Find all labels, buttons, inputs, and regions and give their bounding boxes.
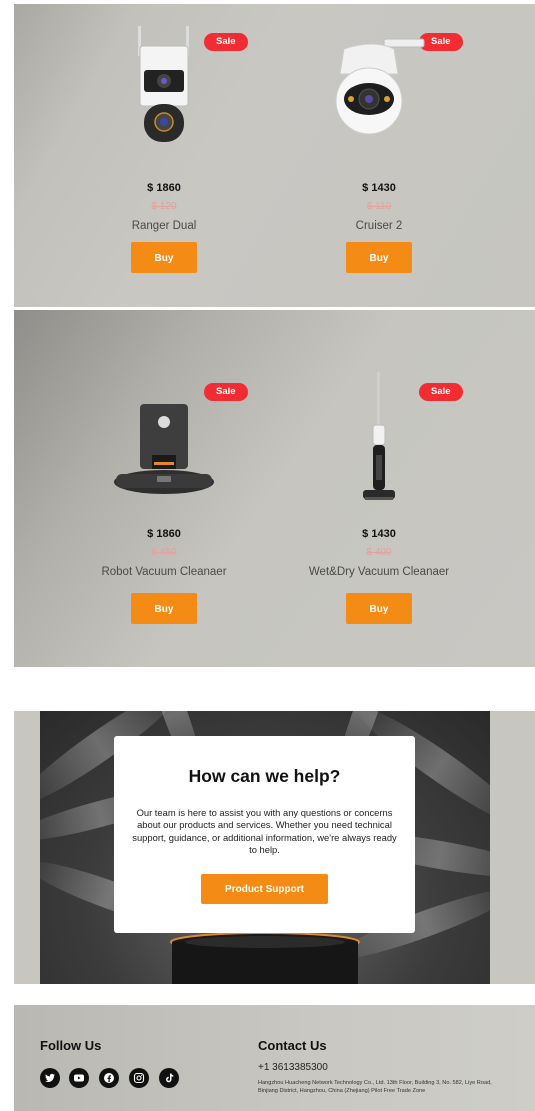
contact-us-title: Contact Us bbox=[258, 1038, 327, 1053]
footer: Follow Us Contact Us +1 3613385300 Hangz… bbox=[14, 1005, 535, 1111]
sale-badge: Sale bbox=[419, 383, 463, 401]
help-card: How can we help? Our team is here to ass… bbox=[114, 736, 415, 933]
product-support-button[interactable]: Product Support bbox=[201, 874, 328, 904]
product-card: Sale $ 1860 $ 450 Robot Vacuum Cleanaer … bbox=[44, 382, 284, 667]
buy-button[interactable]: Buy bbox=[346, 593, 412, 624]
stick-vacuum-image[interactable] bbox=[359, 370, 399, 510]
youtube-icon[interactable] bbox=[69, 1068, 89, 1088]
buy-button[interactable]: Buy bbox=[131, 242, 197, 273]
tiktok-icon[interactable] bbox=[159, 1068, 179, 1088]
dome-camera-image[interactable] bbox=[324, 29, 429, 144]
follow-us-title: Follow Us bbox=[40, 1038, 102, 1053]
help-description: Our team is here to assist you with any … bbox=[132, 807, 397, 856]
product-card: Sale $ 1430 $ 400 Wet&Dry Vacuum Cleanae… bbox=[259, 372, 499, 667]
help-section: How can we help? Our team is here to ass… bbox=[14, 711, 535, 984]
buy-button[interactable]: Buy bbox=[346, 242, 412, 273]
twitter-icon[interactable] bbox=[40, 1068, 60, 1088]
sale-badge: Sale bbox=[204, 383, 248, 401]
product-card: Sale $ 1430 $ 110 Cruiser 2 Buy bbox=[259, 24, 499, 307]
buy-button[interactable]: Buy bbox=[131, 593, 197, 624]
facebook-icon[interactable] bbox=[99, 1068, 119, 1088]
old-price: $ 120 bbox=[151, 201, 177, 212]
old-price: $ 110 bbox=[366, 201, 392, 212]
help-title: How can we help? bbox=[188, 766, 341, 786]
company-address: Hangzhou Huacheng Network Technology Co.… bbox=[258, 1080, 492, 1094]
sale-badge: Sale bbox=[204, 33, 248, 51]
old-price: $ 400 bbox=[366, 547, 392, 558]
dual-lens-camera-image[interactable] bbox=[132, 24, 196, 149]
price: $ 1430 bbox=[362, 182, 396, 194]
price: $ 1430 bbox=[362, 528, 396, 540]
product-panel-bottom: Sale $ 1860 $ 450 Robot Vacuum Cleanaer … bbox=[14, 310, 535, 667]
price: $ 1860 bbox=[147, 182, 181, 194]
product-panel-top: Sale $ 1860 $ 120 Ranger Dual Buy Sale $… bbox=[14, 4, 535, 307]
product-card: Sale $ 1860 $ 120 Ranger Dual Buy bbox=[44, 24, 284, 307]
old-price: $ 450 bbox=[151, 547, 177, 558]
product-name[interactable]: Cruiser 2 bbox=[239, 220, 519, 232]
product-name[interactable]: Wet&Dry Vacuum Cleanaer bbox=[239, 566, 519, 578]
robot-vacuum-image[interactable] bbox=[112, 400, 217, 505]
price: $ 1860 bbox=[147, 528, 181, 540]
pedestal-image bbox=[170, 932, 360, 984]
phone-number[interactable]: +1 3613385300 bbox=[258, 1062, 328, 1073]
instagram-icon[interactable] bbox=[129, 1068, 149, 1088]
